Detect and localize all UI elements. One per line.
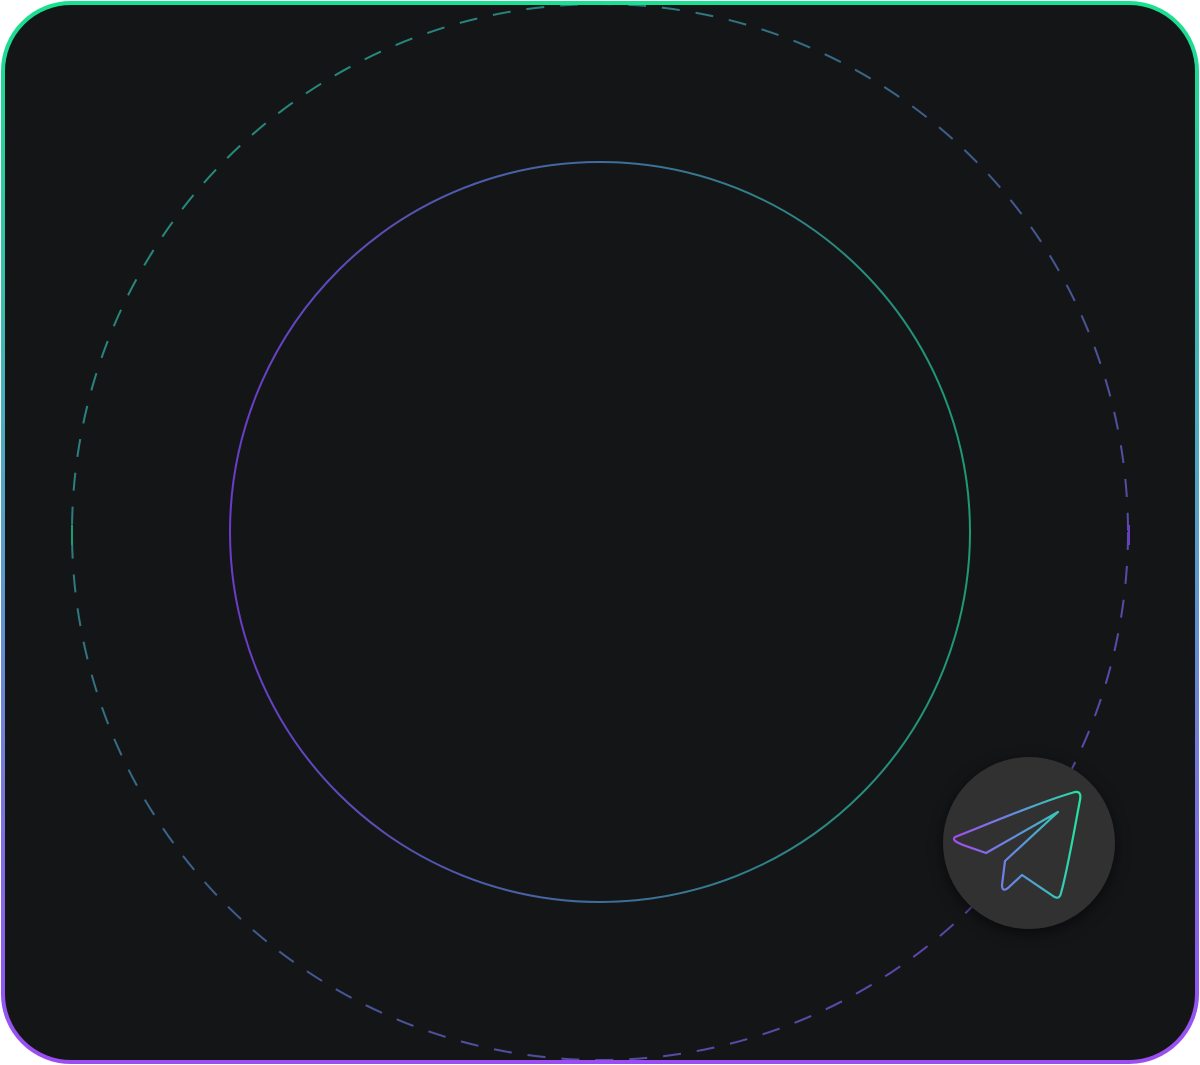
send-button[interactable] <box>943 757 1115 929</box>
canvas-frame <box>0 0 1200 1065</box>
paper-plane-icon <box>952 790 1082 899</box>
